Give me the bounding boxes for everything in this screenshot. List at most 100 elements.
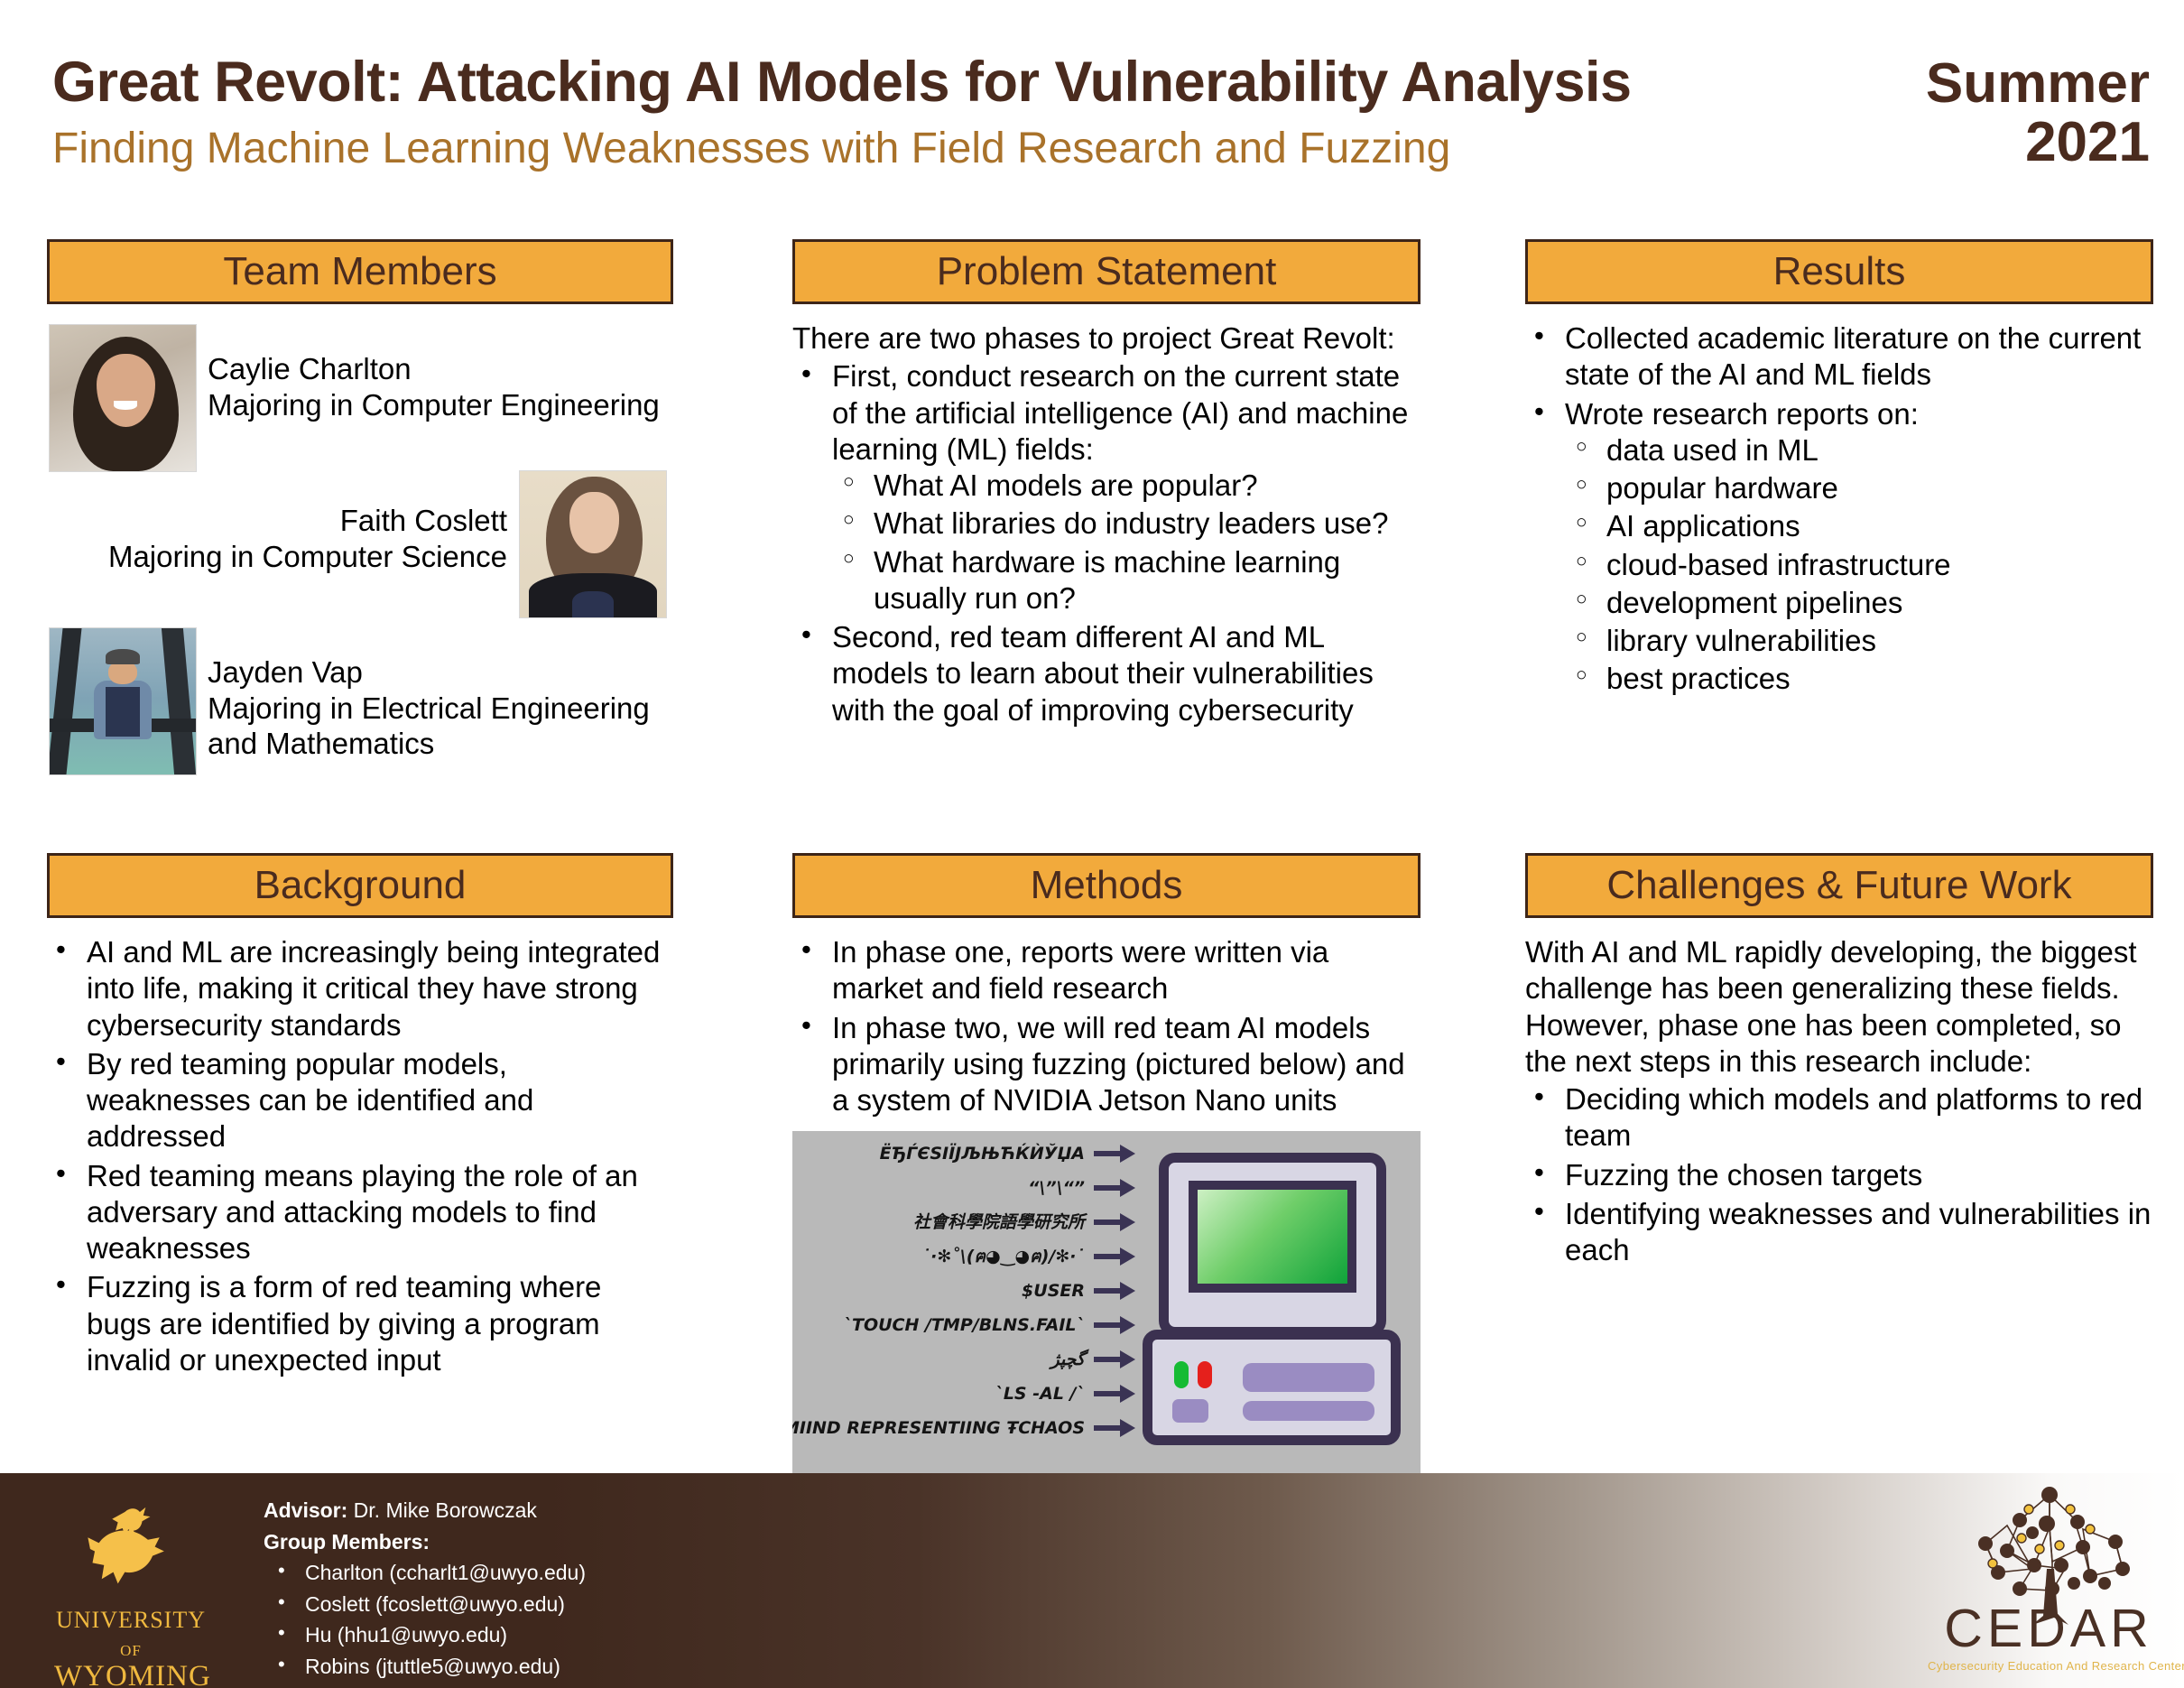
arrow-right-icon bbox=[1094, 1314, 1135, 1336]
section-header-results: Results bbox=[1525, 239, 2153, 304]
arrow-right-icon bbox=[1094, 1211, 1135, 1233]
list-item: library vulnerabilities bbox=[1565, 623, 2153, 659]
background-bullet-list: AI and ML are increasingly being integra… bbox=[47, 932, 673, 1378]
portrait-jayden-vap bbox=[49, 627, 197, 775]
section-header-methods: Methods bbox=[792, 853, 1421, 918]
list-item: By red teaming popular models, weaknesse… bbox=[47, 1044, 673, 1155]
section-header-problem-statement: Problem Statement bbox=[792, 239, 1421, 304]
term-year: 2021 bbox=[2025, 111, 2150, 174]
title-block: Great Revolt: Attacking AI Models for Vu… bbox=[52, 54, 1839, 171]
list-item: cloud-based infrastructure bbox=[1565, 547, 2153, 583]
section-title-methods: Methods bbox=[1030, 863, 1183, 907]
advisor-name: Dr. Mike Borowczak bbox=[347, 1498, 537, 1522]
results-sub-list: data used in ML popular hardware AI appl… bbox=[1565, 432, 2153, 698]
section-header-background: Background bbox=[47, 853, 673, 918]
list-item: Identifying weaknesses and vulnerabiliti… bbox=[1525, 1194, 2153, 1269]
list-item: In phase one, reports were written via m… bbox=[792, 932, 1421, 1007]
section-title-background: Background bbox=[254, 863, 467, 907]
list-item: In phase two, we will red team AI models… bbox=[792, 1008, 1421, 1119]
university-of-wyoming-logo: UNIVERSITY OF WYOMING bbox=[54, 1486, 210, 1688]
section-methods: Methods In phase one, reports were writt… bbox=[792, 853, 1421, 1477]
portrait-caylie-charlton bbox=[49, 324, 197, 472]
led-green-icon bbox=[1174, 1361, 1189, 1389]
drive-slot-shape bbox=[1243, 1363, 1374, 1393]
term-label: Summer 2021 bbox=[1926, 54, 2150, 172]
member-info-faith-coslett: Faith Coslett Majoring in Computer Scien… bbox=[47, 503, 507, 574]
list-item: AI and ML are increasingly being integra… bbox=[47, 932, 673, 1043]
list-item: Coslett (fcoslett@uwyo.edu) bbox=[264, 1587, 586, 1620]
fuzz-string: `LS -AL /` bbox=[995, 1383, 1085, 1404]
screen-shape bbox=[1189, 1181, 1356, 1294]
member-info-caylie-charlton: Caylie Charlton Majoring in Computer Eng… bbox=[208, 351, 660, 422]
fuzz-input-row: $USER bbox=[792, 1274, 1135, 1308]
results-body: Collected academic literature on the cur… bbox=[1525, 319, 2153, 698]
section-title-results: Results bbox=[1772, 249, 1906, 293]
list-item: Vap (jvap2@uwyo.edu) bbox=[264, 1680, 586, 1688]
section-title-problem-statement: Problem Statement bbox=[936, 249, 1277, 293]
list-item: What hardware is machine learning usuall… bbox=[832, 544, 1421, 617]
arrow-right-icon bbox=[1094, 1177, 1135, 1199]
list-item: popular hardware bbox=[1565, 470, 2153, 506]
problem-sub-list: What AI models are popular? What librari… bbox=[832, 468, 1421, 617]
list-item: data used in ML bbox=[1565, 432, 2153, 468]
poster-header: Great Revolt: Attacking AI Models for Vu… bbox=[0, 0, 2184, 226]
computer-icon bbox=[1143, 1153, 1401, 1451]
list-item: Robins (jtuttle5@uwyo.edu) bbox=[264, 1649, 586, 1683]
member-major-cont: and Mathematics bbox=[208, 727, 435, 761]
methods-body: In phase one, reports were written via m… bbox=[792, 932, 1421, 1477]
advisor-line: Advisor: Dr. Mike Borowczak bbox=[264, 1495, 586, 1526]
university-wordmark: UNIVERSITY OF WYOMING bbox=[54, 1607, 211, 1688]
fuzz-string: گچپژ bbox=[1050, 1349, 1085, 1369]
fuzz-string: `TOUCH /TMP/BLNS.FAIL` bbox=[843, 1314, 1085, 1335]
member-name: Jayden Vap bbox=[208, 655, 363, 689]
section-team-members: Team Members Caylie Charlton Majoring in… bbox=[47, 239, 673, 830]
background-body: AI and ML are increasingly being integra… bbox=[47, 932, 673, 1378]
section-title-challenges: Challenges & Future Work bbox=[1606, 863, 2072, 907]
list-item: Hu (hhu1@uwyo.edu) bbox=[264, 1618, 586, 1651]
challenges-intro: With AI and ML rapidly developing, the b… bbox=[1525, 935, 2137, 1078]
list-item: Red teaming means playing the role of an… bbox=[47, 1156, 673, 1267]
fuzz-input-row: ËЂЃЄSIÏЈЉЊЋЌЍЎЏA bbox=[792, 1136, 1135, 1171]
group-members-label: Group Members: bbox=[264, 1529, 430, 1554]
list-item: Deciding which models and platforms to r… bbox=[1525, 1080, 2153, 1155]
member-major: Majoring in Electrical Engineering bbox=[208, 691, 650, 725]
portrait-faith-coslett bbox=[519, 470, 667, 618]
arrow-right-icon bbox=[1094, 1246, 1135, 1267]
cedar-wordmark: CEDAR bbox=[1944, 1599, 2153, 1658]
arrow-right-icon bbox=[1094, 1143, 1135, 1164]
fuzz-input-row: 社會科學院語學研究所 bbox=[792, 1205, 1135, 1239]
fuzz-string: “\”\“” bbox=[1028, 1177, 1085, 1198]
list-item: What AI models are popular? bbox=[832, 468, 1421, 504]
fuzz-string: ËЂЃЄSIÏЈЉЊЋЌЍЎЏA bbox=[879, 1143, 1085, 1164]
methods-bullet-list: In phase one, reports were written via m… bbox=[792, 932, 1421, 1119]
fuzz-input-row: “\”\“” bbox=[792, 1171, 1135, 1205]
led-red-icon bbox=[1198, 1361, 1212, 1389]
section-background: Background AI and ML are increasingly be… bbox=[47, 853, 673, 1381]
list-item: AI applications bbox=[1565, 508, 2153, 544]
section-challenges-future-work: Challenges & Future Work With AI and ML … bbox=[1525, 853, 2153, 1271]
page-subtitle: Finding Machine Learning Weaknesses with… bbox=[52, 125, 1451, 172]
advisor-label: Advisor: bbox=[264, 1498, 348, 1522]
cedar-logo: CEDAR Cybersecurity Education And Resear… bbox=[1928, 1479, 2184, 1686]
arrow-right-icon bbox=[1094, 1383, 1135, 1405]
section-header-challenges: Challenges & Future Work bbox=[1525, 853, 2153, 918]
monitor-shape bbox=[1159, 1153, 1386, 1338]
section-problem-statement: Problem Statement There are two phases t… bbox=[792, 239, 1421, 731]
member-info-jayden-vap: Jayden Vap Majoring in Electrical Engine… bbox=[208, 654, 650, 762]
poster-footer: UNIVERSITY OF WYOMING Advisor: Dr. Mike … bbox=[0, 1473, 2184, 1688]
list-item: Collected academic literature on the cur… bbox=[1525, 319, 2153, 394]
challenges-body: With AI and ML rapidly developing, the b… bbox=[1525, 934, 2153, 1268]
list-item: First, conduct research on the current s… bbox=[792, 357, 1421, 617]
problem-statement-body: There are two phases to project Great Re… bbox=[792, 320, 1421, 728]
fuzz-input-row: HIIVE-MIIND REPRESENTIING ŦCHAOS bbox=[792, 1411, 1135, 1445]
uw-line-1: UNIVERSITY bbox=[56, 1607, 206, 1633]
problem-intro: There are two phases to project Great Re… bbox=[792, 321, 1395, 355]
uw-of: OF bbox=[120, 1642, 142, 1659]
uw-wyoming: WYOMING bbox=[54, 1660, 211, 1688]
section-header-team-members: Team Members bbox=[47, 239, 673, 304]
contact-block: Advisor: Dr. Mike Borowczak Group Member… bbox=[264, 1495, 586, 1688]
bullet-text: Wrote research reports on: bbox=[1565, 396, 1919, 431]
power-button-shape bbox=[1172, 1399, 1208, 1424]
results-bullet-list: Collected academic literature on the cur… bbox=[1525, 319, 2153, 698]
fuzz-input-row: گچپژ bbox=[792, 1342, 1135, 1377]
